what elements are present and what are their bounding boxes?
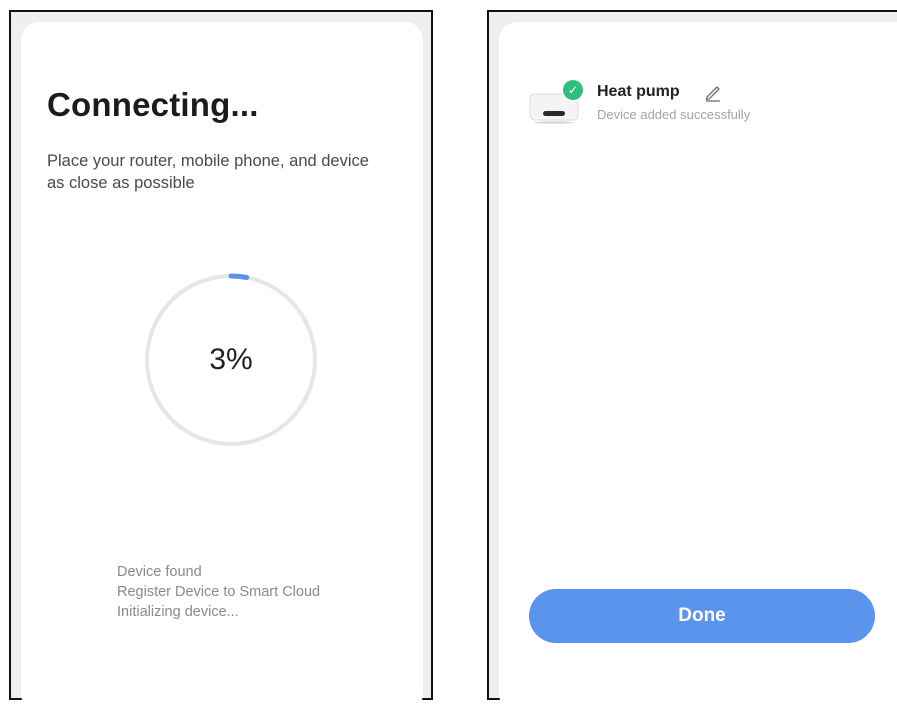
progress-ring: 3% (141, 270, 321, 450)
connecting-screen-frame: Connecting... Place your router, mobile … (9, 10, 433, 712)
pencil-icon[interactable] (703, 82, 723, 102)
device-name: Heat pump (597, 83, 680, 100)
page-title: Connecting... (47, 86, 259, 123)
success-screen-frame: ✓ Heat pump Device added successfully Do… (487, 10, 897, 712)
step-item: Register Device to Smart Cloud (117, 584, 321, 600)
step-item: Initializing device... (117, 604, 239, 620)
step-list: Device found Register Device to Smart Cl… (117, 562, 320, 622)
connecting-card: Connecting... Place your router, mobile … (21, 22, 423, 712)
check-icon: ✓ (563, 80, 583, 100)
success-card: ✓ Heat pump Device added successfully Do… (499, 22, 897, 712)
done-button[interactable]: Done (529, 589, 875, 643)
progress-percent: 3% (209, 343, 253, 376)
instruction-text: Place your router, mobile phone, and dev… (47, 152, 369, 192)
device-row: ✓ Heat pump Device added successfully (529, 80, 889, 130)
step-item: Device found (117, 564, 202, 580)
device-status: Device added successfully (597, 107, 751, 122)
